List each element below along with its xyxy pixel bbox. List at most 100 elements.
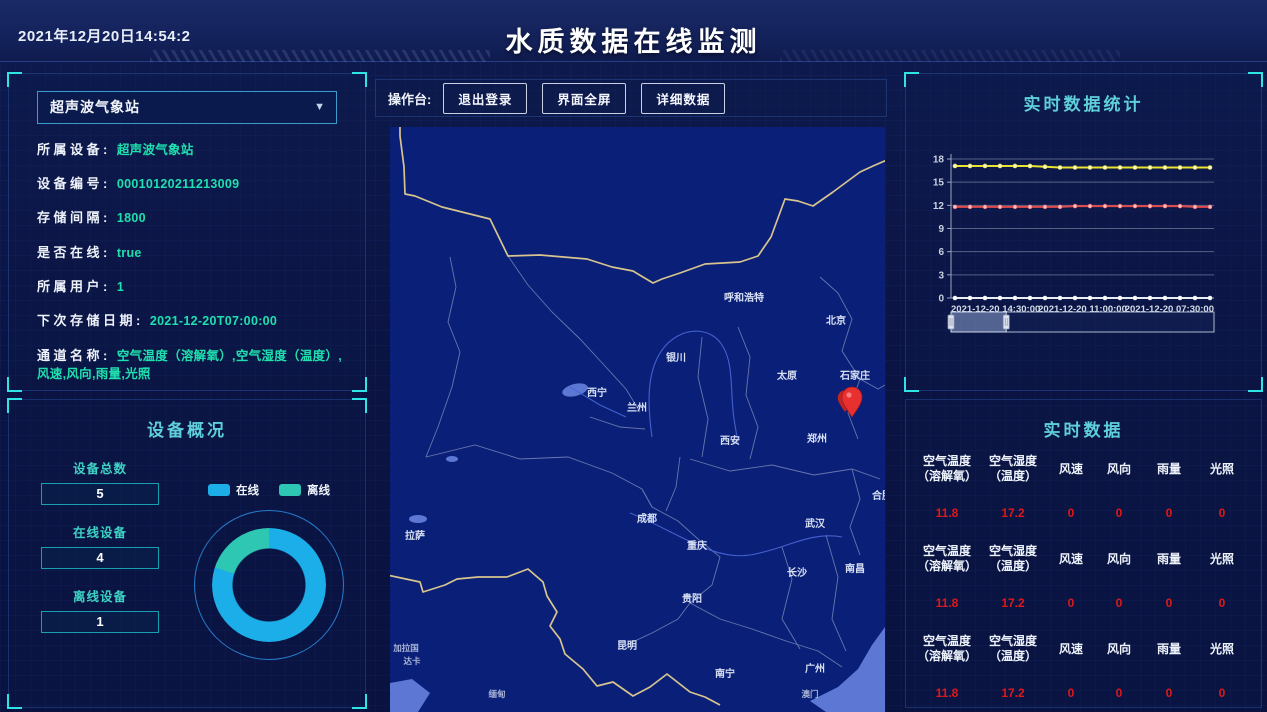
corner-bracket bbox=[1248, 72, 1263, 87]
value-cell: 0 bbox=[1048, 506, 1094, 520]
column-header: 雨量 bbox=[1144, 642, 1194, 657]
console-button-界面全屏[interactable]: 界面全屏 bbox=[542, 83, 626, 114]
value-cell: 0 bbox=[1048, 686, 1094, 700]
stat-设备总数: 设备总数5 bbox=[41, 458, 159, 505]
column-header: 风向 bbox=[1094, 462, 1144, 477]
stat-label: 在线设备 bbox=[41, 522, 159, 541]
data-point bbox=[1103, 296, 1107, 300]
city-label-长沙: 长沙 bbox=[787, 566, 807, 579]
china-map: 呼和浩特北京银川太原石家庄西宁兰州西安郑州合肥成都武汉拉萨重庆长沙南昌贵阳昆明南… bbox=[390, 127, 885, 712]
value-cell: 11.8 bbox=[916, 686, 978, 700]
value-cell: 0 bbox=[1048, 596, 1094, 610]
city-label-呼和浩特: 呼和浩特 bbox=[724, 291, 764, 304]
field-value: 00010120211213009 bbox=[117, 177, 240, 191]
column-header: 雨量 bbox=[1144, 552, 1194, 567]
data-point bbox=[1118, 165, 1122, 169]
data-point bbox=[953, 164, 957, 168]
data-point bbox=[1133, 296, 1137, 300]
city-label-澳门: 澳门 bbox=[801, 689, 818, 699]
realtime-header-row: 空气温度（溶解氧）空气湿度（温度）风速风向雨量光照 bbox=[916, 624, 1253, 674]
y-tick-label: 18 bbox=[933, 155, 945, 166]
data-point bbox=[1178, 165, 1182, 169]
data-point bbox=[1043, 165, 1047, 169]
realtime-value-row: 11.817.20000 bbox=[916, 592, 1253, 614]
legend-label: 在线 bbox=[236, 482, 259, 498]
value-cell: 17.2 bbox=[978, 686, 1048, 700]
column-header: 空气温度（溶解氧） bbox=[916, 454, 978, 484]
realtime-header-row: 空气温度（溶解氧）空气湿度（温度）风速风向雨量光照 bbox=[916, 444, 1253, 494]
data-point bbox=[998, 296, 1002, 300]
realtime-panel-title: 实时数据 bbox=[906, 400, 1261, 441]
data-point bbox=[1013, 164, 1017, 168]
corner-bracket bbox=[352, 72, 367, 87]
data-point bbox=[998, 164, 1002, 168]
device-field-row: 所属用户:1 bbox=[37, 278, 351, 296]
device-overview-panel: 设备概况 设备总数5在线设备4离线设备1 在线离线 bbox=[8, 399, 366, 708]
column-header: 光照 bbox=[1194, 552, 1250, 567]
legend-item-离线[interactable]: 离线 bbox=[279, 482, 330, 498]
field-label: 下次存储日期: bbox=[37, 313, 144, 328]
city-label-达卡: 达卡 bbox=[403, 656, 421, 666]
series-line bbox=[955, 206, 1210, 207]
marker-highlight bbox=[846, 392, 851, 397]
field-value: 1800 bbox=[117, 211, 146, 225]
device-field-row: 下次存储日期:2021-12-20T07:00:00 bbox=[37, 312, 351, 330]
console-button-退出登录[interactable]: 退出登录 bbox=[443, 83, 527, 114]
value-cell: 0 bbox=[1144, 686, 1194, 700]
datazoom-handle[interactable] bbox=[1003, 315, 1009, 329]
corner-bracket bbox=[1248, 377, 1263, 392]
datazoom-selection[interactable] bbox=[951, 312, 1006, 332]
value-cell: 0 bbox=[1194, 506, 1250, 520]
console-button-详细数据[interactable]: 详细数据 bbox=[641, 83, 725, 114]
device-info-panel: 超声波气象站 ▼ 所属设备:超声波气象站设备编号:000101202112130… bbox=[8, 73, 366, 391]
column-header: 空气温度（溶解氧） bbox=[916, 634, 978, 664]
device-field-row: 是否在线:true bbox=[37, 244, 351, 262]
legend-item-在线[interactable]: 在线 bbox=[208, 482, 259, 498]
device-field-row: 所属设备:超声波气象站 bbox=[37, 141, 351, 159]
city-label-郑州: 郑州 bbox=[807, 432, 827, 445]
data-point bbox=[1208, 205, 1212, 209]
y-tick-label: 15 bbox=[933, 178, 945, 189]
column-header: 空气湿度（温度） bbox=[978, 544, 1048, 574]
realtime-stats-panel: 实时数据统计 03691215182021-12-20 14:30:002021… bbox=[905, 73, 1262, 391]
device-stat-boxes: 设备总数5在线设备4离线设备1 bbox=[41, 458, 159, 650]
legend-label: 离线 bbox=[307, 482, 330, 498]
data-point bbox=[1178, 204, 1182, 208]
corner-bracket bbox=[7, 377, 22, 392]
realtime-value-row: 11.817.20000 bbox=[916, 682, 1253, 704]
data-point bbox=[983, 296, 987, 300]
corner-bracket bbox=[905, 399, 919, 413]
data-point bbox=[1088, 204, 1092, 208]
corner-bracket bbox=[352, 377, 367, 392]
city-label-北京: 北京 bbox=[826, 314, 846, 327]
corner-bracket bbox=[904, 377, 919, 392]
data-point bbox=[1058, 165, 1062, 169]
city-label-加拉国: 加拉国 bbox=[392, 643, 419, 653]
data-point bbox=[1103, 204, 1107, 208]
data-point bbox=[1193, 296, 1197, 300]
city-label-石家庄: 石家庄 bbox=[839, 369, 870, 382]
series-line bbox=[955, 166, 1210, 168]
legend-swatch bbox=[279, 484, 301, 496]
header-hatch-decoration bbox=[150, 50, 490, 62]
city-label-西宁: 西宁 bbox=[587, 386, 607, 399]
device-selector-dropdown[interactable]: 超声波气象站 ▼ bbox=[37, 91, 337, 124]
value-cell: 0 bbox=[1194, 686, 1250, 700]
data-point bbox=[1013, 205, 1017, 209]
data-point bbox=[1073, 204, 1077, 208]
column-header: 空气湿度（温度） bbox=[978, 634, 1048, 664]
column-header: 空气湿度（温度） bbox=[978, 454, 1048, 484]
city-label-太原: 太原 bbox=[776, 369, 797, 382]
column-header: 风速 bbox=[1048, 552, 1094, 567]
datazoom-handle[interactable] bbox=[948, 315, 954, 329]
city-label-兰州: 兰州 bbox=[627, 401, 647, 414]
field-label: 通道名称: bbox=[37, 348, 111, 363]
realtime-table: 空气温度（溶解氧）空气湿度（温度）风速风向雨量光照11.817.20000空气温… bbox=[916, 444, 1253, 704]
value-cell: 11.8 bbox=[916, 506, 978, 520]
field-label: 是否在线: bbox=[37, 245, 111, 260]
dashboard-stage: 2021年12月20日14:54:2 水质数据在线监测 超声波气象站 ▼ 所属设… bbox=[0, 0, 1267, 712]
city-label-广州: 广州 bbox=[805, 662, 825, 675]
data-point bbox=[1148, 204, 1152, 208]
data-point bbox=[1028, 205, 1032, 209]
data-point bbox=[1133, 165, 1137, 169]
